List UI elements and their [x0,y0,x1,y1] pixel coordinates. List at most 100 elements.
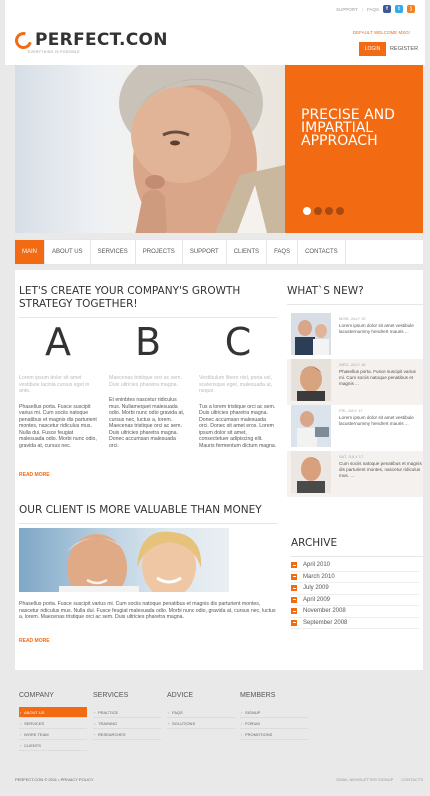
feature-text: Phasellus porta. Fusce suscipit varius m… [19,403,97,449]
nav-item-services[interactable]: SERVICES [91,240,136,264]
logo[interactable]: PERFECT.CON [11,28,168,52]
news-date: FRI, JULY 17 [339,408,363,413]
footer-link[interactable]: CLIENTS [19,740,87,751]
contacts-link[interactable]: CONTACTS [401,777,423,787]
copyright: PERFECT.CON © 2011 • PRIVACY POLICY [15,777,94,782]
news-date: WED, JULY 18 [339,362,366,367]
header: SUPPORT | FAQS f t ) PERFECT.CON EVERYTH… [5,0,425,65]
divider [291,556,423,557]
nav-item-projects[interactable]: PROJECTS [136,240,183,264]
news-text: Phasellus porta. Fusce suscipit varius m… [339,369,416,386]
footer-link[interactable]: PRACTICE [93,707,161,718]
client-image [19,528,229,592]
top-bar: SUPPORT | FAQS f t ) [336,5,415,13]
news-text: Cum sociis natoque penatibus et magnis d… [339,461,422,478]
news-text: Lorem ipsum dolor sit amet vestibule lac… [339,323,414,334]
footer-column-title: MEMBERS [240,692,276,699]
archive-item[interactable]: April 2009 [291,595,419,606]
nav-item-contacts[interactable]: CONTACTS [298,240,346,264]
news-heading: WHAT`S NEW? [287,285,364,297]
news-text: Lorem ipsum dolor sit amet vestibule lac… [339,415,414,426]
footer: COMPANY ABOUT US SERVICES WORK TEAM CLIE… [15,680,423,796]
feature-text: Tus a lorem tristique orci ac sem. Duis … [199,403,277,449]
archive-label: April 2009 [303,596,331,603]
archive-heading-wrap: ARCHIVE [291,537,423,557]
footer-column-company: COMPANY ABOUT US SERVICES WORK TEAM CLIE… [19,692,87,751]
hero-slider: PRECISE AND IMPARTIAL APPROACH [15,65,423,233]
feature-letter: A [45,320,71,364]
nav-item-clients[interactable]: CLIENTS [227,240,268,264]
footer-column-services: SERVICES PRACTICE TRAINING RESEARCHES [93,692,161,740]
feature-lead: Maecenas tristique orci ac sem. Duis ult… [109,375,182,388]
news-item[interactable]: SAT, JULY 17 Cum sociis natoque penatibu… [287,451,423,497]
archive-label: March 2010 [303,573,335,580]
footer-column-title: SERVICES [93,692,129,699]
news-item[interactable]: MON, JULY 19 Lorem ipsum dolor sit amet … [287,313,423,359]
news-item[interactable]: WED, JULY 18 Phasellus porta. Fusce susc… [287,359,423,405]
slider-dot-3[interactable] [325,207,333,215]
footer-link[interactable]: ABOUT US [19,707,87,718]
footer-link[interactable]: RESEARCHES [93,729,161,740]
logo-tagline: EVERYTHING IS POSSIBLE [28,50,80,54]
feature-lead: Lorem ipsum dolor sit amet vestibule lac… [19,375,90,394]
archive-label: November 2008 [303,608,346,615]
news-item[interactable]: FRI, JULY 17 Lorem ipsum dolor sit amet … [287,405,423,451]
footer-link[interactable]: SIGNUP [240,707,308,718]
twitter-icon[interactable]: t [395,5,403,13]
news-date: SAT, JULY 17 [339,454,364,459]
news-thumbnail [291,405,331,447]
right-column: WHAT`S NEW? MON, JULY 19 Lorem ipsum dol… [287,285,423,629]
support-link[interactable]: SUPPORT [336,7,358,12]
footer-link[interactable]: TRAINING [93,718,161,729]
slider-dot-2[interactable] [314,207,322,215]
rss-icon[interactable]: ) [407,5,415,13]
footer-link[interactable]: WORK TEAM [19,729,87,740]
slider-dot-4[interactable] [336,207,344,215]
login-button[interactable]: LOGIN [359,42,386,56]
page: SUPPORT | FAQS f t ) PERFECT.CON EVERYTH… [5,0,425,796]
read-more-link[interactable]: READ MORE [19,638,50,644]
left-column: LET'S CREATE YOUR COMPANY'S GROWTH STRAT… [19,285,277,449]
nav-item-support[interactable]: SUPPORT [183,240,227,264]
feature-a: A Lorem ipsum dolor sit amet vestibule l… [19,319,97,449]
divider [19,317,277,318]
archive-label: April 2010 [303,562,331,569]
news-thumbnail [291,451,331,493]
footer-link[interactable]: SERVICES [19,718,87,729]
footer-column-title: COMPANY [19,692,54,699]
nav-item-main[interactable]: MAIN [15,240,45,264]
nav-item-about-us[interactable]: ABOUT US [45,240,91,264]
register-button[interactable]: REGISTER [388,42,420,56]
archive-item[interactable]: April 2010 [291,560,419,572]
footer-link[interactable]: FORUM [240,718,308,729]
nav-item-faqs[interactable]: FAQS [267,240,299,264]
footer-bottom-links: EMAIL NEWSLETTER SIGNUP CONTACTS [337,777,423,787]
client-text: Phasellus porta. Fusce suscipit varius m… [19,601,276,620]
feature-letter: B [134,320,162,364]
archive-bullet-icon [291,596,297,603]
footer-link[interactable]: FAQS [167,707,235,718]
archive-item[interactable]: March 2010 [291,572,419,583]
archive-item[interactable]: September 2008 [291,618,419,629]
archive-item[interactable]: July 2009 [291,583,419,595]
client-heading: OUR CLIENT IS MORE VALUABLE THAN MONEY [19,504,262,516]
archive-item[interactable]: November 2008 [291,606,419,618]
archive-bullet-icon [291,608,297,615]
archive-bullet-icon [291,585,297,592]
facebook-icon[interactable]: f [383,5,391,13]
slider-dot-1[interactable] [303,207,311,215]
archive-heading: ARCHIVE [291,537,338,549]
read-more-link[interactable]: READ MORE [19,472,50,478]
logo-text: PERFECT.CON [35,30,168,50]
feature-b: B Maecenas tristique orci ac sem. Duis u… [109,319,187,449]
main-nav: MAIN ABOUT US SERVICES PROJECTS SUPPORT … [15,239,423,265]
archive-label: September 2008 [303,619,348,626]
hero-title: PRECISE AND IMPARTIAL APPROACH [301,107,395,149]
footer-link[interactable]: PROMOTIONS [240,729,308,740]
faqs-link[interactable]: FAQS [367,7,379,12]
newsletter-link[interactable]: EMAIL NEWSLETTER SIGNUP [337,777,394,787]
footer-link[interactable]: SOLUTIONS [167,718,235,729]
archive-label: July 2009 [303,585,329,592]
abc-features: A Lorem ipsum dolor sit amet vestibule l… [19,319,277,449]
main-content: LET'S CREATE YOUR COMPANY'S GROWTH STRAT… [15,270,423,670]
